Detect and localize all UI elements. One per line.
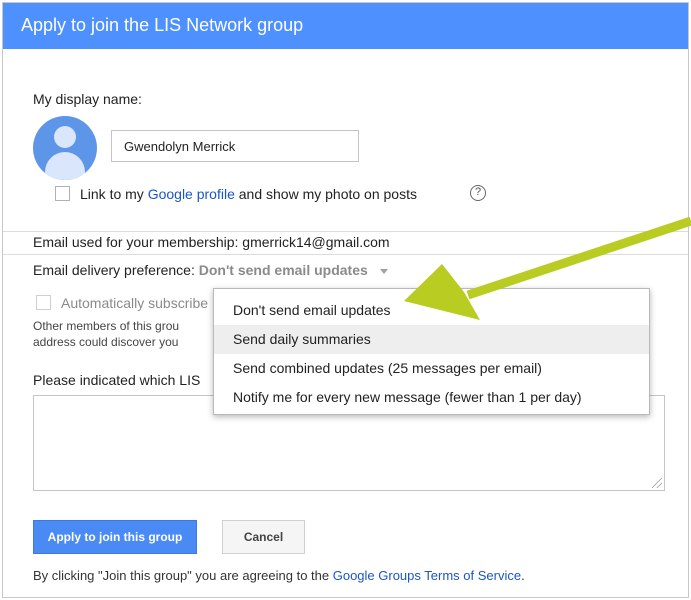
annotation-arrow-icon xyxy=(404,216,691,320)
